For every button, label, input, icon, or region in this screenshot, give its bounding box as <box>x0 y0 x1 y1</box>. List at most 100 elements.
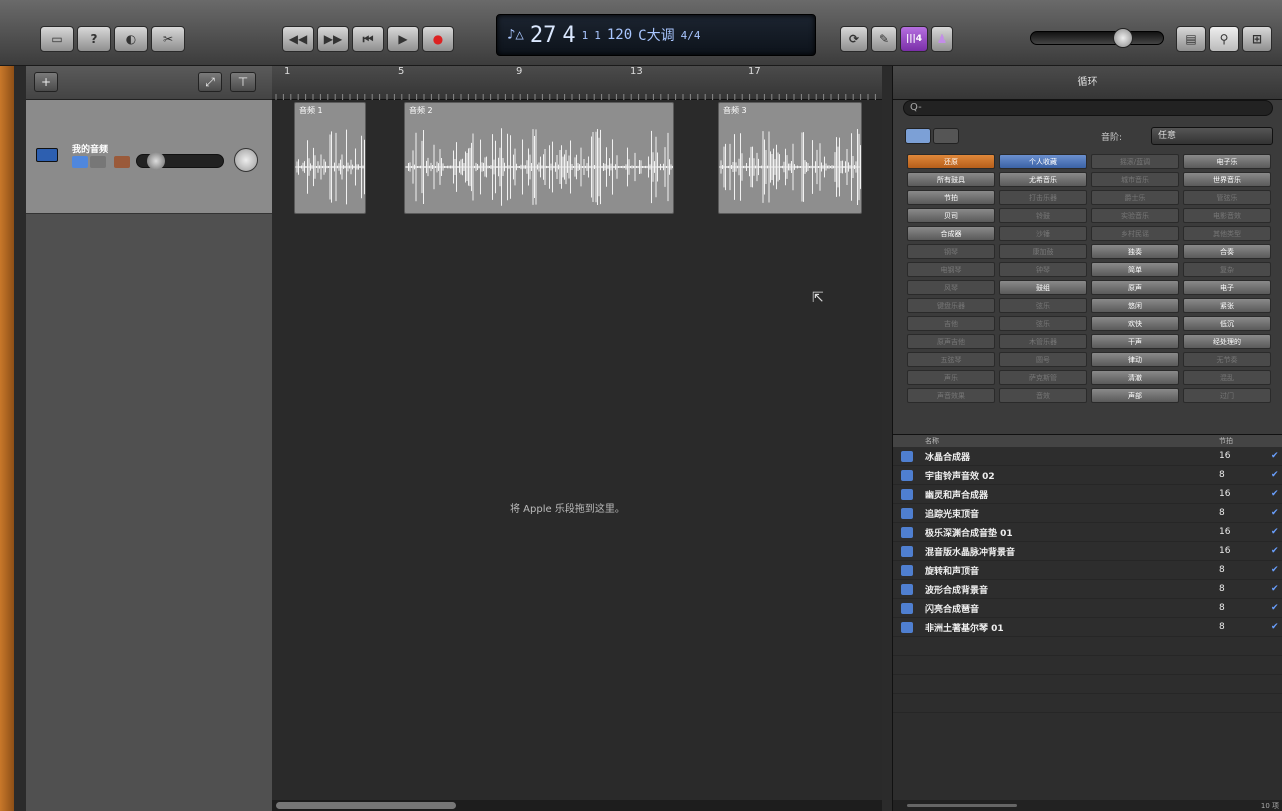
keyword-button[interactable]: 键盘乐器 <box>907 298 995 313</box>
scroll-thumb[interactable] <box>276 802 456 809</box>
snap-button[interactable]: ⊤ <box>230 72 256 92</box>
solo-button[interactable] <box>90 156 106 168</box>
favorite-checkbox[interactable]: ✔ <box>1271 584 1279 594</box>
keyword-button[interactable]: 电影音效 <box>1183 208 1271 223</box>
name-column-header[interactable]: 名称 <box>925 436 939 446</box>
favorite-checkbox[interactable]: ✔ <box>1271 489 1279 499</box>
mute-button[interactable] <box>72 156 88 168</box>
keyword-button[interactable]: 实验音乐 <box>1091 208 1179 223</box>
keyword-button[interactable]: 鼓组 <box>999 280 1087 295</box>
favorite-checkbox[interactable]: ✔ <box>1271 527 1279 537</box>
timeline-ruler[interactable]: 1 5 9 13 17 <box>272 66 882 100</box>
track-volume-slider[interactable] <box>136 152 224 170</box>
catch-button[interactable]: ⤢ <box>198 72 222 92</box>
keyword-button[interactable]: 欢快 <box>1091 316 1179 331</box>
loop-row[interactable]: 波形合成背景音 8 ✔ <box>893 580 1282 599</box>
keyword-button[interactable]: 电钢琴 <box>907 262 995 277</box>
lcd-key[interactable]: C大调 <box>638 25 674 45</box>
favorite-checkbox[interactable]: ✔ <box>1271 470 1279 480</box>
audio-track-header[interactable]: 我的音频 <box>26 100 272 214</box>
keyword-button[interactable]: 紧张 <box>1183 298 1271 313</box>
keyword-button[interactable]: 合成器 <box>907 226 995 241</box>
loop-browser-button[interactable]: ⚲ <box>1209 26 1239 52</box>
keyword-button[interactable]: 钟琴 <box>999 262 1087 277</box>
keyword-button[interactable]: 简单 <box>1091 262 1179 277</box>
keyword-button[interactable]: 原声 <box>1091 280 1179 295</box>
loop-row[interactable]: 闪亮合成琶音 8 ✔ <box>893 599 1282 618</box>
loop-row[interactable]: 幽灵和声合成器 16 ✔ <box>893 485 1282 504</box>
keyword-button[interactable]: 打击乐器 <box>999 190 1087 205</box>
keyword-button[interactable]: 清澈 <box>1091 370 1179 385</box>
keyword-button[interactable]: 过门 <box>1183 388 1271 403</box>
keyword-button[interactable]: 干声 <box>1091 334 1179 349</box>
favorite-checkbox[interactable]: ✔ <box>1271 546 1279 556</box>
favorite-checkbox[interactable]: ✔ <box>1271 451 1279 461</box>
favorite-checkbox[interactable]: ✔ <box>1271 565 1279 575</box>
keyword-button[interactable]: 经处理的 <box>1183 334 1271 349</box>
keyword-button[interactable]: 尤希音乐 <box>999 172 1087 187</box>
audio-region[interactable]: 音频 2 <box>404 102 674 214</box>
metronome-button[interactable]: ♟ <box>931 26 953 52</box>
help-button[interactable]: ? <box>77 26 111 52</box>
keyword-button[interactable]: 电子乐 <box>1183 154 1271 169</box>
audio-region[interactable]: 音频 1 <box>294 102 366 214</box>
keyword-button[interactable]: 个人收藏 <box>999 154 1087 169</box>
keyword-button[interactable]: 混乱 <box>1183 370 1271 385</box>
keyword-button[interactable]: 电子 <box>1183 280 1271 295</box>
keyword-button[interactable]: 乡村民谣 <box>1091 226 1179 241</box>
keyword-button[interactable]: 管弦乐 <box>1183 190 1271 205</box>
loop-search-input[interactable]: Q- <box>903 100 1273 116</box>
count-in-button[interactable]: |||4 <box>900 26 928 52</box>
rewind-button[interactable]: ◀◀ <box>282 26 314 52</box>
record-enable-button[interactable] <box>114 156 130 168</box>
cycle-button[interactable]: ⟳ <box>840 26 868 52</box>
lcd-display[interactable]: ♪△ 27 4 1 1 120 C大调 4/4 <box>496 14 816 56</box>
fast-forward-button[interactable]: ▶▶ <box>317 26 349 52</box>
loop-row[interactable]: 极乐深渊合成音垫 01 16 ✔ <box>893 523 1282 542</box>
play-button[interactable]: ▶ <box>387 26 419 52</box>
tuner-button[interactable]: ✎ <box>871 26 897 52</box>
loop-row[interactable]: 冰晶合成器 16 ✔ <box>893 447 1282 466</box>
keyword-button[interactable]: 声乐 <box>907 370 995 385</box>
keyword-button[interactable]: 康加鼓 <box>999 244 1087 259</box>
keyword-button[interactable]: 原声吉他 <box>907 334 995 349</box>
keyword-button[interactable]: 摇滚/蓝调 <box>1091 154 1179 169</box>
keyword-button[interactable]: 贝司 <box>907 208 995 223</box>
keyword-button[interactable]: 弦乐 <box>999 298 1087 313</box>
volume-knob[interactable] <box>1113 28 1133 48</box>
button-view-button[interactable] <box>905 128 931 144</box>
record-button[interactable]: ● <box>422 26 454 52</box>
media-browser-button[interactable]: ⊞ <box>1242 26 1272 52</box>
keyword-button[interactable]: 其他类型 <box>1183 226 1271 241</box>
beats-column-header[interactable]: 节拍 <box>1219 436 1233 446</box>
add-track-button[interactable]: + <box>34 72 58 92</box>
loop-row[interactable]: 非洲土著基尔琴 01 8 ✔ <box>893 618 1282 637</box>
keyword-button[interactable]: 复杂 <box>1183 262 1271 277</box>
smart-controls-button[interactable]: ◐ <box>114 26 148 52</box>
tracks-area[interactable]: 音频 1 音频 2 音频 3 将 Apple 乐段拖到这里。 ⇱ <box>272 100 882 800</box>
keyword-button[interactable]: 钢琴 <box>907 244 995 259</box>
keyword-button[interactable]: 萨克斯管 <box>999 370 1087 385</box>
keyword-button[interactable]: 音效 <box>999 388 1087 403</box>
keyword-button[interactable]: 城市音乐 <box>1091 172 1179 187</box>
keyword-button[interactable]: 铃鼓 <box>999 208 1087 223</box>
loop-row[interactable]: 宇宙铃声音效 02 8 ✔ <box>893 466 1282 485</box>
keyword-button[interactable]: 律动 <box>1091 352 1179 367</box>
keyword-button[interactable]: 无节奏 <box>1183 352 1271 367</box>
keyword-button[interactable]: 节拍 <box>907 190 995 205</box>
keyword-button[interactable]: 爵士乐 <box>1091 190 1179 205</box>
keyword-button[interactable]: 吉他 <box>907 316 995 331</box>
track-name[interactable]: 我的音频 <box>72 142 108 155</box>
keyword-button[interactable]: 五弦琴 <box>907 352 995 367</box>
audio-region[interactable]: 音频 3 <box>718 102 862 214</box>
keyword-button[interactable]: 沙锤 <box>999 226 1087 241</box>
track-volume-knob[interactable] <box>147 152 165 170</box>
favorite-checkbox[interactable]: ✔ <box>1271 508 1279 518</box>
keyword-button[interactable]: 声部 <box>1091 388 1179 403</box>
keyword-button[interactable]: 合奏 <box>1183 244 1271 259</box>
notepad-button[interactable]: ▤ <box>1176 26 1206 52</box>
preview-volume-slider[interactable] <box>907 804 1017 807</box>
keyword-button[interactable]: 木管乐器 <box>999 334 1087 349</box>
editors-button[interactable]: ✂ <box>151 26 185 52</box>
favorite-checkbox[interactable]: ✔ <box>1271 622 1279 632</box>
